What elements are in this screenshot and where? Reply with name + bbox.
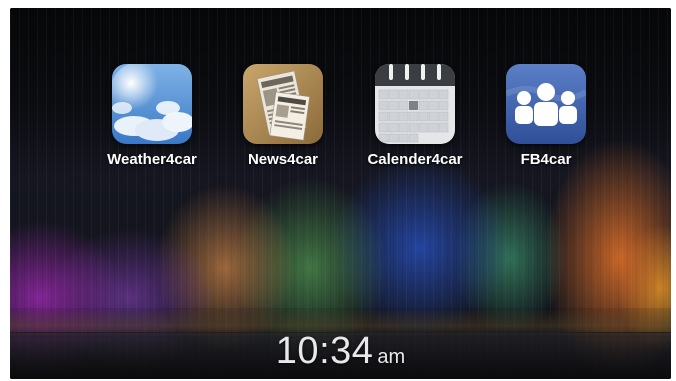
- calendar-icon: [375, 64, 455, 144]
- newspaper-icon: [243, 64, 323, 144]
- app-calender4car[interactable]: Calender4car: [360, 64, 470, 168]
- clock-ampm: am: [377, 346, 406, 368]
- app-label: Calender4car: [367, 151, 463, 168]
- app-fb4car[interactable]: FB4car: [491, 64, 601, 168]
- weather-sky-icon: [112, 64, 192, 144]
- home-screen: Weather4car News4car Calender4car FB4car…: [10, 8, 671, 379]
- app-weather4car[interactable]: Weather4car: [97, 64, 207, 168]
- app-news4car[interactable]: News4car: [228, 64, 338, 168]
- app-label: News4car: [247, 151, 319, 168]
- people-icon: [506, 64, 586, 144]
- app-label: FB4car: [520, 151, 572, 168]
- app-label: Weather4car: [107, 151, 197, 168]
- clock: 10:34 am: [10, 330, 671, 373]
- clock-time: 10:34: [275, 330, 374, 372]
- status-bar: 10:34 am: [10, 330, 671, 379]
